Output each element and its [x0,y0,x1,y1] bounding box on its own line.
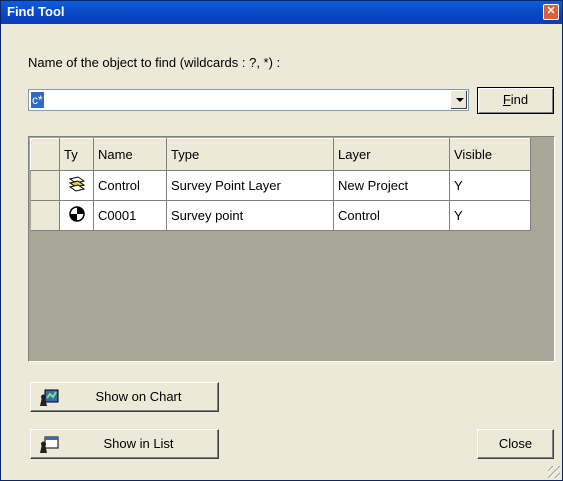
resize-grip[interactable] [548,466,560,478]
column-header-visible[interactable]: Visible [449,138,531,171]
results-table: Ty Name Type Layer Visible Control Surve… [30,138,531,231]
column-header-type[interactable]: Type [166,138,334,171]
survey-layer-icon [59,170,94,201]
table-row[interactable]: Control Survey Point Layer New Project Y [30,170,531,201]
row-selector[interactable] [30,170,60,201]
close-button[interactable]: Close [477,429,554,459]
search-prompt-label: Name of the object to find (wildcards : … [28,55,281,70]
cell-layer: New Project [333,170,450,201]
close-button-label: Close [498,436,533,451]
cell-type: Survey point [166,200,334,231]
chevron-down-icon[interactable] [450,91,467,109]
cell-name: C0001 [93,200,167,231]
column-header-layer[interactable]: Layer [333,138,450,171]
column-header-name[interactable]: Name [93,138,167,171]
column-header-type-icon[interactable]: Ty [59,138,94,171]
cell-name: Control [93,170,167,201]
row-selector-header [30,138,60,171]
find-button[interactable]: Find [477,87,554,114]
list-window-icon [39,436,59,464]
show-in-list-button[interactable]: Show in List [30,429,219,459]
title-bar[interactable]: Find Tool ✕ [1,1,562,24]
cell-visible: Y [449,200,531,231]
window-title: Find Tool [7,4,65,19]
chart-map-icon [39,389,59,417]
show-on-chart-label: Show on Chart [95,389,182,404]
grid-header-row: Ty Name Type Layer Visible [30,138,531,171]
cell-type: Survey Point Layer [166,170,334,201]
close-window-icon[interactable]: ✕ [543,4,559,20]
row-selector[interactable] [30,200,60,231]
table-row[interactable]: C0001 Survey point Control Y [30,200,531,231]
find-button-label: Find [502,92,529,107]
show-on-chart-button[interactable]: Show on Chart [30,382,219,412]
results-grid[interactable]: Ty Name Type Layer Visible Control Surve… [28,136,555,362]
find-tool-window: Find Tool ✕ Name of the object to find (… [0,0,563,481]
show-in-list-label: Show in List [103,436,174,451]
cell-visible: Y [449,170,531,201]
search-input-value[interactable]: c* [31,92,44,108]
search-combobox[interactable]: c* [28,89,469,111]
cell-layer: Control [333,200,450,231]
survey-point-icon [59,200,94,231]
